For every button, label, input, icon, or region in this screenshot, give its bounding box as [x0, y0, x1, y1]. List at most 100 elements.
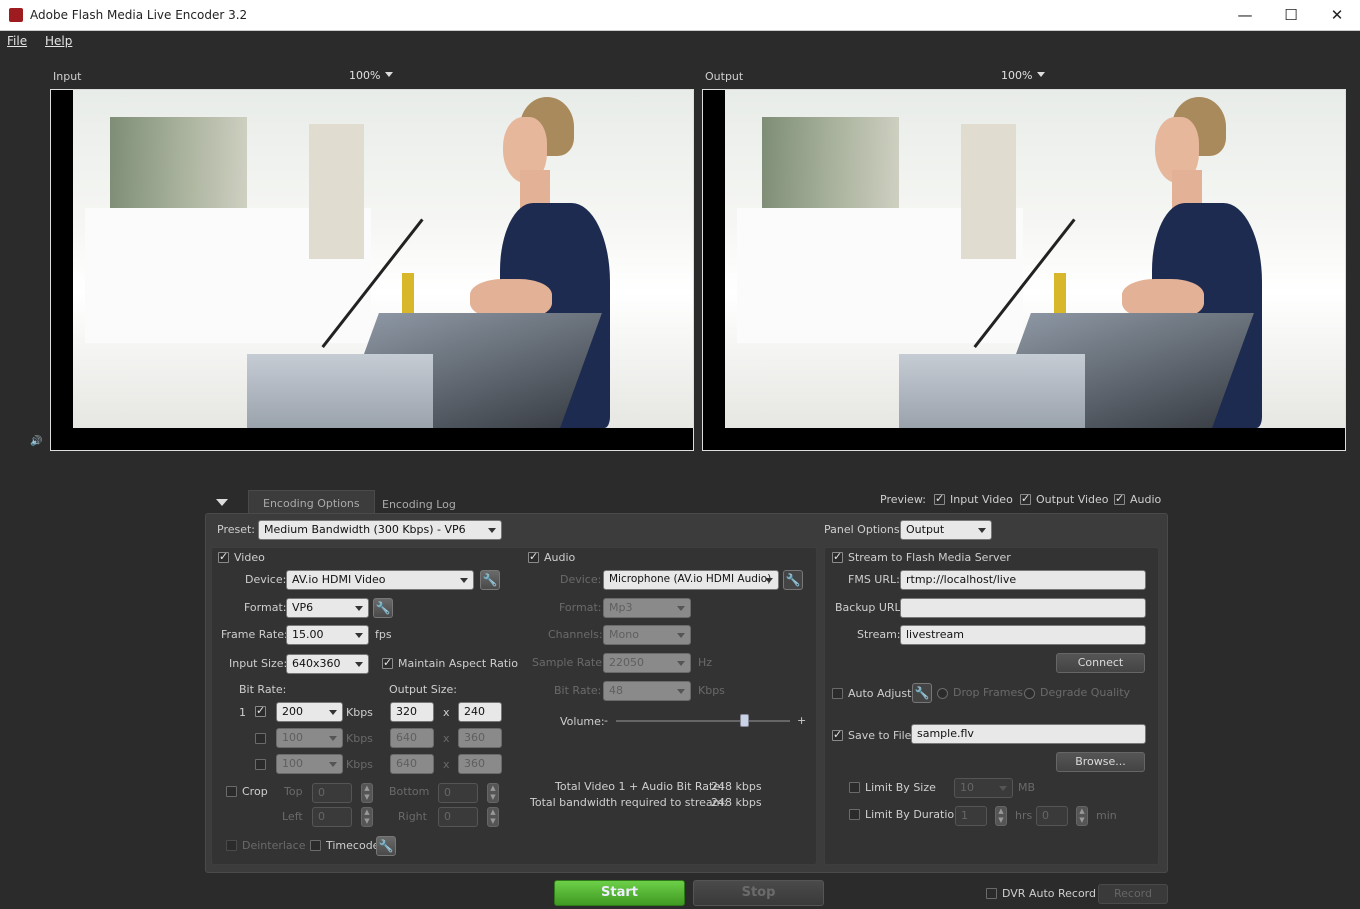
maintain-aspect-label: Maintain Aspect Ratio: [398, 657, 518, 670]
timecode-checkbox[interactable]: [310, 840, 321, 851]
bitrate-row-index: 1: [239, 706, 246, 719]
file-name-input[interactable]: sample.flv: [911, 724, 1146, 744]
crop-left-spinner[interactable]: ▲ ▼: [361, 807, 373, 827]
video-checkbox[interactable]: [218, 550, 229, 563]
fms-url-input[interactable]: rtmp://localhost/live: [900, 570, 1146, 590]
output-width-input[interactable]: 640: [390, 728, 434, 748]
auto-adjust-checkbox[interactable]: [832, 688, 843, 699]
input-video-preview: [50, 89, 694, 451]
bitrate-select[interactable]: 100: [276, 754, 343, 774]
crop-top-input[interactable]: 0: [312, 783, 352, 803]
audio-format-select[interactable]: Mp3: [603, 598, 691, 618]
bitrate-row-checkbox[interactable]: [255, 733, 266, 744]
bitrate-select[interactable]: 200: [276, 702, 343, 722]
wrench-icon[interactable]: 🔧: [480, 570, 500, 590]
frame-rate-select[interactable]: 15.00: [286, 625, 369, 645]
bandwidth-value: 248 kbps: [711, 796, 762, 809]
save-to-file-checkbox[interactable]: [832, 728, 843, 741]
crop-left-input[interactable]: 0: [312, 807, 352, 827]
channels-select[interactable]: Mono: [603, 625, 691, 645]
wrench-icon[interactable]: 🔧: [373, 598, 393, 618]
frame-rate-label: Frame Rate:: [221, 628, 288, 641]
start-button[interactable]: Start: [554, 880, 685, 906]
stream-input[interactable]: livestream: [900, 625, 1146, 645]
minutes-spinner[interactable]: ▲ ▼: [1076, 806, 1088, 826]
volume-slider-knob[interactable]: [739, 714, 749, 727]
stream-to-fms-label: Stream to Flash Media Server: [848, 551, 1011, 564]
hours-spinner[interactable]: ▲ ▼: [995, 806, 1007, 826]
fms-url-label: FMS URL:: [848, 573, 900, 586]
record-button[interactable]: Record: [1098, 884, 1168, 904]
title-bar: Adobe Flash Media Live Encoder 3.2 — ☐ ✕: [0, 0, 1360, 31]
output-width-input[interactable]: 320: [390, 702, 434, 722]
limit-by-duration-checkbox[interactable]: [849, 809, 860, 820]
output-height-input[interactable]: 240: [458, 702, 502, 722]
wrench-icon[interactable]: 🔧: [912, 683, 932, 703]
bitrate-select[interactable]: 100: [276, 728, 343, 748]
input-zoom-select[interactable]: 100%: [349, 69, 393, 82]
wrench-icon[interactable]: 🔧: [783, 570, 803, 590]
kbps-label: Kbps: [346, 758, 373, 771]
size-limit-select[interactable]: 10: [954, 778, 1013, 798]
collapse-panel-icon[interactable]: [216, 499, 228, 506]
sample-rate-select[interactable]: 22050: [603, 653, 691, 673]
size-separator: x: [443, 758, 450, 771]
maintain-aspect-checkbox[interactable]: [382, 656, 393, 669]
audio-checkbox[interactable]: [528, 550, 539, 563]
save-to-file-label: Save to File: [848, 729, 912, 742]
crop-top-label: Top: [284, 785, 303, 798]
input-size-select[interactable]: 640x360: [286, 654, 369, 674]
crop-left-label: Left: [282, 810, 303, 823]
crop-right-spinner[interactable]: ▲ ▼: [487, 807, 499, 827]
crop-checkbox[interactable]: [226, 786, 237, 797]
dvr-auto-record-checkbox[interactable]: [986, 888, 997, 899]
output-height-input[interactable]: 360: [458, 728, 502, 748]
app-icon: [9, 8, 23, 22]
crop-bottom-spinner[interactable]: ▲ ▼: [487, 783, 499, 803]
degrade-quality-label: Degrade Quality: [1040, 686, 1131, 699]
input-video-checkbox[interactable]: [934, 492, 945, 505]
menu-help[interactable]: Help: [45, 34, 72, 48]
minutes-input[interactable]: 0: [1036, 806, 1068, 826]
wrench-icon[interactable]: 🔧: [376, 836, 396, 856]
video-format-select[interactable]: VP6: [286, 598, 369, 618]
mb-label: MB: [1018, 781, 1036, 794]
maximize-button[interactable]: ☐: [1268, 0, 1314, 31]
close-button[interactable]: ✕: [1314, 0, 1360, 31]
connect-button[interactable]: Connect: [1056, 653, 1145, 673]
browse-button[interactable]: Browse...: [1056, 752, 1145, 772]
drop-frames-radio[interactable]: [937, 688, 948, 699]
speaker-icon[interactable]: 🔊: [30, 436, 42, 447]
stop-button[interactable]: Stop: [693, 880, 824, 906]
deinterlace-label: Deinterlace: [242, 839, 306, 852]
bitrate-row-checkbox[interactable]: [255, 759, 266, 770]
output-zoom-select[interactable]: 100%: [1001, 69, 1045, 82]
limit-by-size-checkbox[interactable]: [849, 782, 860, 793]
backup-url-input[interactable]: [900, 598, 1146, 618]
audio-preview-label: Audio: [1130, 493, 1162, 506]
stream-to-fms-checkbox[interactable]: [832, 550, 843, 563]
volume-slider-track[interactable]: [616, 720, 790, 722]
audio-bit-rate-select[interactable]: 48: [603, 681, 691, 701]
output-video-checkbox[interactable]: [1020, 492, 1031, 505]
crop-top-spinner[interactable]: ▲ ▼: [361, 783, 373, 803]
video-device-select[interactable]: AV.io HDMI Video: [286, 570, 474, 590]
output-width-input[interactable]: 640: [390, 754, 434, 774]
crop-right-input[interactable]: 0: [438, 807, 478, 827]
drop-frames-label: Drop Frames: [953, 686, 1023, 699]
audio-device-select[interactable]: Microphone (AV.io HDMI Audio): [603, 570, 779, 590]
degrade-quality-radio[interactable]: [1024, 688, 1035, 699]
menu-file[interactable]: File: [7, 34, 27, 48]
minimize-button[interactable]: —: [1222, 0, 1268, 31]
preset-select[interactable]: Medium Bandwidth (300 Kbps) - VP6: [258, 520, 502, 540]
tab-encoding-options[interactable]: Encoding Options: [248, 490, 375, 514]
bitrate-row-checkbox[interactable]: [255, 704, 266, 717]
audio-preview-checkbox[interactable]: [1114, 492, 1125, 505]
output-height-input[interactable]: 360: [458, 754, 502, 774]
total-bitrate-label: Total Video 1 + Audio Bit Rate:: [555, 780, 724, 793]
panel-options-select[interactable]: Output: [900, 520, 992, 540]
deinterlace-checkbox[interactable]: [226, 840, 237, 851]
bandwidth-label: Total bandwidth required to stream:: [530, 796, 728, 809]
hours-input[interactable]: 1: [955, 806, 987, 826]
crop-bottom-input[interactable]: 0: [438, 783, 478, 803]
